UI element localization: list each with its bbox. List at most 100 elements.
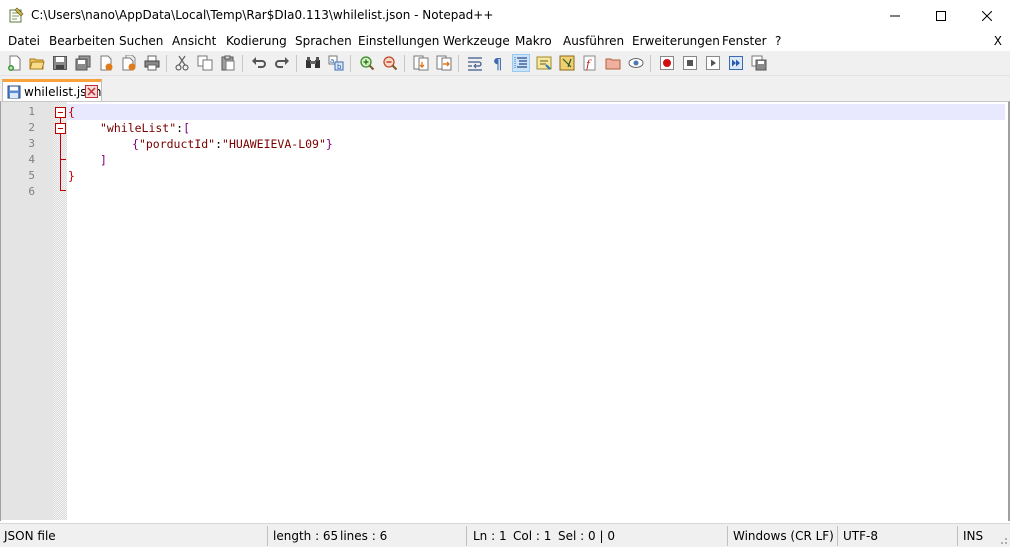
doc-map-icon (559, 55, 575, 71)
code-token: } (68, 169, 75, 183)
cut-icon (175, 55, 189, 71)
status-file-type: JSON file (4, 529, 56, 543)
sync-vertical-button[interactable] (412, 54, 430, 72)
folder-as-workspace-button[interactable] (604, 54, 622, 72)
resize-grip-icon[interactable] (998, 535, 1008, 545)
code-token: "whileList" (100, 121, 177, 135)
code-token: { (132, 137, 139, 151)
fold-toggle-line-1[interactable] (55, 107, 66, 118)
tab-whilelist-json[interactable]: whilelist.json (2, 79, 102, 101)
code-line-5: } (68, 168, 75, 184)
code-token: [ (183, 121, 191, 135)
word-wrap-button[interactable] (466, 54, 484, 72)
status-separator (466, 526, 467, 546)
open-file-button[interactable] (28, 54, 46, 72)
open-file-icon (29, 58, 45, 70)
record-macro-icon (660, 56, 674, 70)
save-macro-button[interactable] (750, 54, 768, 72)
line-number: 2 (28, 121, 35, 134)
find-button[interactable] (304, 54, 322, 72)
zoom-in-icon (360, 56, 375, 71)
menu-bearbeiten[interactable]: Bearbeiten (49, 34, 115, 48)
menu-einstellungen[interactable]: Einstellungen (358, 34, 439, 48)
sync-horizontal-button[interactable] (435, 54, 453, 72)
folder-as-workspace-icon (605, 58, 621, 70)
line-number: 4 (28, 153, 35, 166)
current-line-highlight (67, 104, 1005, 120)
code-token: { (68, 105, 75, 119)
svg-text:a: a (330, 57, 334, 65)
saved-file-icon (7, 85, 21, 99)
menu-werkzeuge[interactable]: Werkzeuge (443, 34, 510, 48)
function-list-button[interactable]: f (581, 54, 599, 72)
record-macro-button[interactable] (658, 54, 676, 72)
menu-kodierung[interactable]: Kodierung (226, 34, 287, 48)
copy-icon (197, 55, 213, 71)
menu-fenster[interactable]: Fenster (722, 34, 767, 48)
status-bar: JSON file length : 65 lines : 6 Ln : 1 C… (0, 523, 1010, 547)
zoom-in-button[interactable] (358, 54, 376, 72)
code-editor[interactable] (67, 102, 1007, 520)
copy-button[interactable] (196, 54, 214, 72)
doc-map-button[interactable] (558, 54, 576, 72)
menu-ansicht[interactable]: Ansicht (172, 34, 216, 48)
user-defined-lang-button[interactable] (535, 54, 553, 72)
save-all-icon (75, 55, 91, 71)
play-macro-button[interactable] (704, 54, 722, 72)
paste-button[interactable] (219, 54, 237, 72)
new-file-button[interactable] (6, 54, 24, 72)
stop-record-button[interactable] (681, 54, 699, 72)
status-eol[interactable]: Windows (CR LF) (733, 529, 834, 543)
run-macro-multiple-button[interactable] (727, 54, 745, 72)
user-defined-lang-icon (536, 56, 552, 70)
show-all-chars-button[interactable]: ¶ (489, 54, 507, 72)
tab-close-icon[interactable] (85, 85, 98, 98)
save-all-button[interactable] (74, 54, 92, 72)
sync-vertical-icon (413, 55, 429, 71)
menu-erweiterungen[interactable]: Erweiterungen (632, 34, 720, 48)
redo-button[interactable] (273, 54, 291, 72)
tab-bar: whilelist.json (0, 76, 1010, 101)
cut-button[interactable] (173, 54, 191, 72)
code-line-4: ] (100, 152, 107, 168)
toolbar-separator (458, 55, 459, 72)
maximize-icon (936, 10, 946, 21)
print-icon (144, 55, 160, 71)
close-document-button[interactable]: X (994, 34, 1002, 48)
save-button[interactable] (51, 54, 69, 72)
fold-end-marker (60, 190, 66, 191)
undo-button[interactable] (250, 54, 268, 72)
code-line-2: "whileList":[ (100, 120, 190, 136)
new-file-icon (8, 55, 21, 71)
menu-suchen[interactable]: Suchen (119, 34, 163, 48)
toolbar-separator (296, 55, 297, 72)
close-window-button[interactable] (964, 0, 1010, 31)
replace-button[interactable]: ab (327, 54, 345, 72)
fold-end-marker (60, 159, 66, 160)
redo-icon (275, 57, 289, 68)
toolbar-separator (404, 55, 405, 72)
print-button[interactable] (143, 54, 161, 72)
status-length: length : 65 (273, 529, 339, 543)
indent-guide-button[interactable] (512, 54, 530, 72)
menu-help[interactable]: ? (775, 34, 781, 48)
maximize-button[interactable] (918, 0, 964, 31)
status-separator (837, 526, 838, 546)
zoom-out-button[interactable] (381, 54, 399, 72)
fold-toggle-line-2[interactable] (55, 123, 66, 134)
close-file-icon (100, 55, 113, 71)
run-macro-multiple-icon (729, 56, 743, 70)
menu-makro[interactable]: Makro (515, 34, 552, 48)
close-all-button[interactable] (120, 54, 138, 72)
menu-sprachen[interactable]: Sprachen (295, 34, 352, 48)
svg-text:b: b (337, 63, 342, 71)
line-number: 1 (28, 105, 35, 118)
status-encoding[interactable]: UTF-8 (843, 529, 878, 543)
minimize-button[interactable] (872, 0, 918, 31)
monitoring-button[interactable] (627, 54, 645, 72)
notepadpp-app-icon[interactable] (8, 7, 24, 23)
menu-datei[interactable]: Datei (8, 34, 40, 48)
word-wrap-icon (468, 57, 482, 71)
close-file-button[interactable] (97, 54, 115, 72)
menu-ausfuehren[interactable]: Ausführen (563, 34, 624, 48)
